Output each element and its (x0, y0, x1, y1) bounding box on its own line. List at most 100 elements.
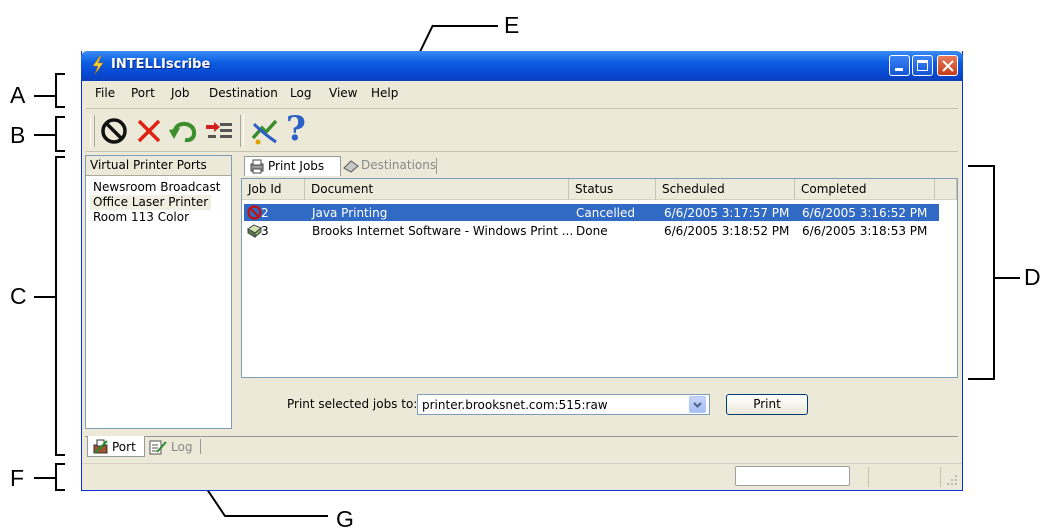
annotation-a-bracket (55, 73, 57, 108)
table-row[interactable]: 3 Brooks Internet Software - Windows Pri… (244, 222, 939, 239)
tabs-row: Print Jobs Destinations (236, 154, 958, 178)
annotation-e-line (432, 25, 498, 27)
menu-port[interactable]: Port (131, 86, 155, 100)
job-id: 3 (261, 224, 269, 238)
menu-destination[interactable]: Destination (209, 86, 278, 100)
column-scheduled[interactable]: Scheduled (656, 179, 795, 200)
tab-port[interactable]: Port (87, 436, 145, 457)
tab-destinations[interactable]: Destinations (341, 156, 438, 176)
printer-icon (250, 159, 264, 174)
column-completed[interactable]: Completed (795, 179, 935, 200)
print-to-label: Print selected jobs to: (287, 397, 418, 411)
job-completed: 6/6/2005 3:16:52 PM (802, 206, 928, 220)
print-button[interactable]: Print (726, 394, 808, 415)
tab-print-jobs[interactable]: Print Jobs (244, 156, 341, 176)
maximize-icon (917, 60, 928, 71)
bottom-tabs-border (85, 436, 958, 437)
destination-icon (343, 160, 359, 173)
help-icon[interactable]: ? (286, 109, 306, 149)
annotation-b-bracket-bottom (55, 150, 65, 152)
job-id: 2 (261, 206, 269, 220)
menu-view[interactable]: View (329, 86, 357, 100)
annotation-d: D (1024, 264, 1041, 290)
column-document[interactable]: Document (305, 179, 569, 200)
tab-separator (436, 158, 437, 174)
status-divider-2 (940, 467, 941, 487)
reprint-icon[interactable] (204, 121, 234, 143)
annotation-d-bracket (993, 165, 995, 380)
cancel-job-icon[interactable] (100, 117, 128, 145)
annotation-f-bracket-bottom (55, 489, 65, 491)
tab-separator (200, 439, 201, 454)
title-bar[interactable]: INTELLIscribe (81, 51, 963, 81)
maximize-button[interactable] (912, 55, 933, 76)
destination-select[interactable]: printer.brooksnet.com:515:raw (417, 394, 710, 415)
annotation-c-bracket-top (55, 156, 65, 158)
annotation-c-bracket (55, 156, 57, 456)
port-icon (93, 439, 108, 454)
job-status: Cancelled (576, 206, 635, 220)
close-button[interactable] (937, 55, 958, 76)
cancelled-icon (247, 205, 262, 220)
job-scheduled: 6/6/2005 3:18:52 PM (664, 224, 790, 238)
status-field (735, 466, 850, 486)
tab-log[interactable]: Log (147, 436, 203, 457)
main-panel: Print Jobs Destinations Job Id Document … (236, 152, 958, 431)
chevron-down-icon (693, 402, 702, 408)
status-divider-1 (868, 467, 869, 487)
window-title: INTELLIscribe (111, 57, 211, 72)
port-item-newsroom[interactable]: Newsroom Broadcast (90, 180, 223, 195)
log-icon (149, 440, 167, 455)
toolbar-separator (240, 115, 244, 147)
job-status: Done (576, 224, 608, 238)
jobs-list: Job Id Document Status Scheduled Complet… (241, 178, 958, 378)
edit-icon[interactable] (250, 118, 280, 146)
tab-print-jobs-label: Print Jobs (268, 159, 325, 173)
tab-destinations-label: Destinations (361, 158, 437, 172)
tab-log-label: Log (171, 440, 193, 454)
column-job-id[interactable]: Job Id (242, 179, 305, 200)
lightning-icon (92, 55, 104, 75)
port-item-room-113[interactable]: Room 113 Color (90, 210, 192, 225)
toolbar-grip (90, 115, 95, 147)
annotation-a: A (10, 82, 26, 108)
port-item-office-laser[interactable]: Office Laser Printer (90, 195, 212, 210)
annotation-b: B (10, 122, 26, 148)
annotation-d-bracket-top (968, 165, 994, 167)
job-completed: 6/6/2005 3:18:53 PM (802, 224, 928, 238)
column-status[interactable]: Status (569, 179, 656, 200)
annotation-g: G (336, 506, 354, 532)
column-filler (935, 179, 957, 200)
delete-icon[interactable] (136, 118, 162, 144)
ports-header: Virtual Printer Ports (86, 156, 231, 176)
annotation-d-line (994, 277, 1020, 279)
destination-value: printer.brooksnet.com:515:raw (422, 398, 608, 412)
annotation-f-bracket (55, 463, 57, 491)
annotation-a-line (34, 95, 56, 97)
annotation-b-line (34, 134, 56, 136)
minimize-button[interactable] (889, 55, 910, 76)
menu-help[interactable]: Help (371, 86, 398, 100)
annotation-a-bracket-bottom (55, 106, 65, 108)
status-bar (82, 463, 962, 490)
toolbar: ? (86, 109, 958, 150)
annotation-e: E (504, 12, 520, 38)
menu-bar: File Port Job Destination Log View Help (86, 82, 958, 104)
undo-icon[interactable] (168, 119, 198, 143)
annotation-b-bracket-top (55, 116, 65, 118)
annotation-c: C (10, 283, 27, 309)
done-icon (247, 224, 262, 238)
annotation-c-line (34, 296, 56, 298)
menu-file[interactable]: File (95, 86, 115, 100)
job-document: Java Printing (312, 206, 388, 220)
menu-job[interactable]: Job (171, 86, 190, 100)
table-row[interactable]: 2 Java Printing Cancelled 6/6/2005 3:17:… (244, 204, 939, 221)
annotation-d-bracket-bottom (968, 378, 994, 380)
menu-divider (86, 108, 958, 109)
menu-log[interactable]: Log (290, 86, 311, 100)
tab-port-label: Port (112, 440, 136, 454)
close-icon (942, 60, 954, 72)
resize-grip-icon[interactable] (946, 474, 958, 486)
annotation-f-bracket-top (55, 463, 65, 465)
dropdown-button[interactable] (689, 396, 706, 413)
